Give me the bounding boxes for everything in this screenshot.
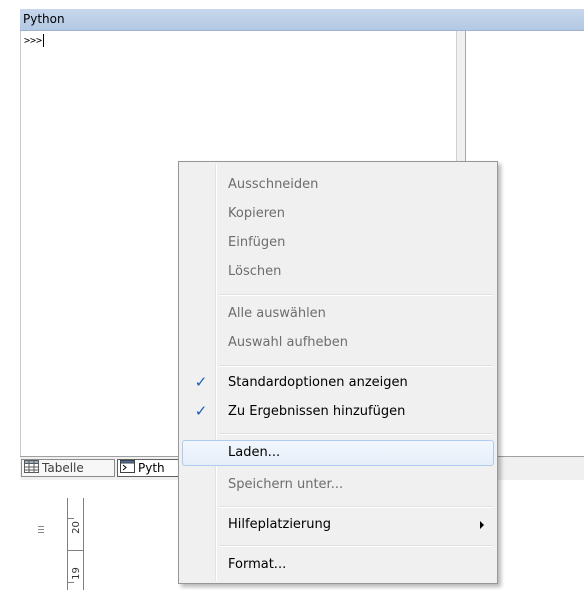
menu-item-label: Speichern unter... [228,477,344,492]
menu-item-zu-ergebnissen-hinzufuegen[interactable]: ✓ Zu Ergebnissen hinzufügen [182,399,494,425]
vertical-ruler: 20 19 [67,498,84,590]
menu-item-label: Löschen [228,264,282,279]
menu-separator [219,545,493,547]
menu-separator [219,433,493,435]
menu-separator [219,365,493,367]
tab-python[interactable]: Pyth [117,459,179,477]
ruler-label-19: 19 [70,567,82,580]
menu-item-label: Format... [228,557,287,572]
menu-item-einfuegen[interactable]: Einfügen [182,230,494,256]
check-icon: ✓ [194,373,208,391]
menu-item-label: Hilfeplatzierung [228,517,332,532]
menu-item-label: Einfügen [228,235,286,250]
menu-item-label: Kopieren [228,206,285,221]
menu-item-label: Laden... [228,445,281,460]
menu-item-hilfeplatzierung[interactable]: Hilfeplatzierung [182,512,494,538]
menu-item-label: Auswahl aufheben [228,335,348,350]
text-caret [43,34,45,47]
context-menu: Ausschneiden Kopieren Einfügen Löschen A… [178,161,498,584]
python-panel-titlebar: Python [20,9,584,31]
menu-item-label: Alle auswählen [228,306,326,321]
tab-python-label: Pyth [138,461,165,475]
menu-item-format[interactable]: Format... [182,552,494,578]
tab-tabelle-label: Tabelle [42,461,84,475]
menu-separator [219,506,493,508]
check-icon: ✓ [194,402,208,420]
menu-item-kopieren[interactable]: Kopieren [182,201,494,227]
panel-title: Python [23,12,65,26]
grip-handle-icon[interactable] [38,526,44,534]
menu-item-loeschen[interactable]: Löschen [182,259,494,285]
menu-item-label: Zu Ergebnissen hinzufügen [228,404,406,419]
python-workspace: Python >>> Tabelle Pyth 20 19 Ausschneid… [0,0,584,590]
menu-item-label: Standardoptionen anzeigen [228,375,408,390]
menu-item-standardoptionen-anzeigen[interactable]: ✓ Standardoptionen anzeigen [182,370,494,396]
menu-item-ausschneiden[interactable]: Ausschneiden [182,172,494,198]
ruler-label-20: 20 [70,521,82,534]
console-icon [120,460,135,476]
prompt-text: >>> [24,35,43,47]
menu-item-alle-auswaehlen[interactable]: Alle auswählen [182,301,494,327]
menu-item-label: Ausschneiden [228,177,319,192]
table-icon [24,460,39,476]
menu-item-speichern-unter[interactable]: Speichern unter... [182,472,494,498]
tab-tabelle[interactable]: Tabelle [21,459,115,477]
console-prompt: >>> [24,34,45,47]
submenu-arrow-icon [480,521,484,529]
menu-item-auswahl-aufheben[interactable]: Auswahl aufheben [182,330,494,356]
menu-item-laden[interactable]: Laden... [182,440,494,466]
menu-separator [219,294,493,296]
